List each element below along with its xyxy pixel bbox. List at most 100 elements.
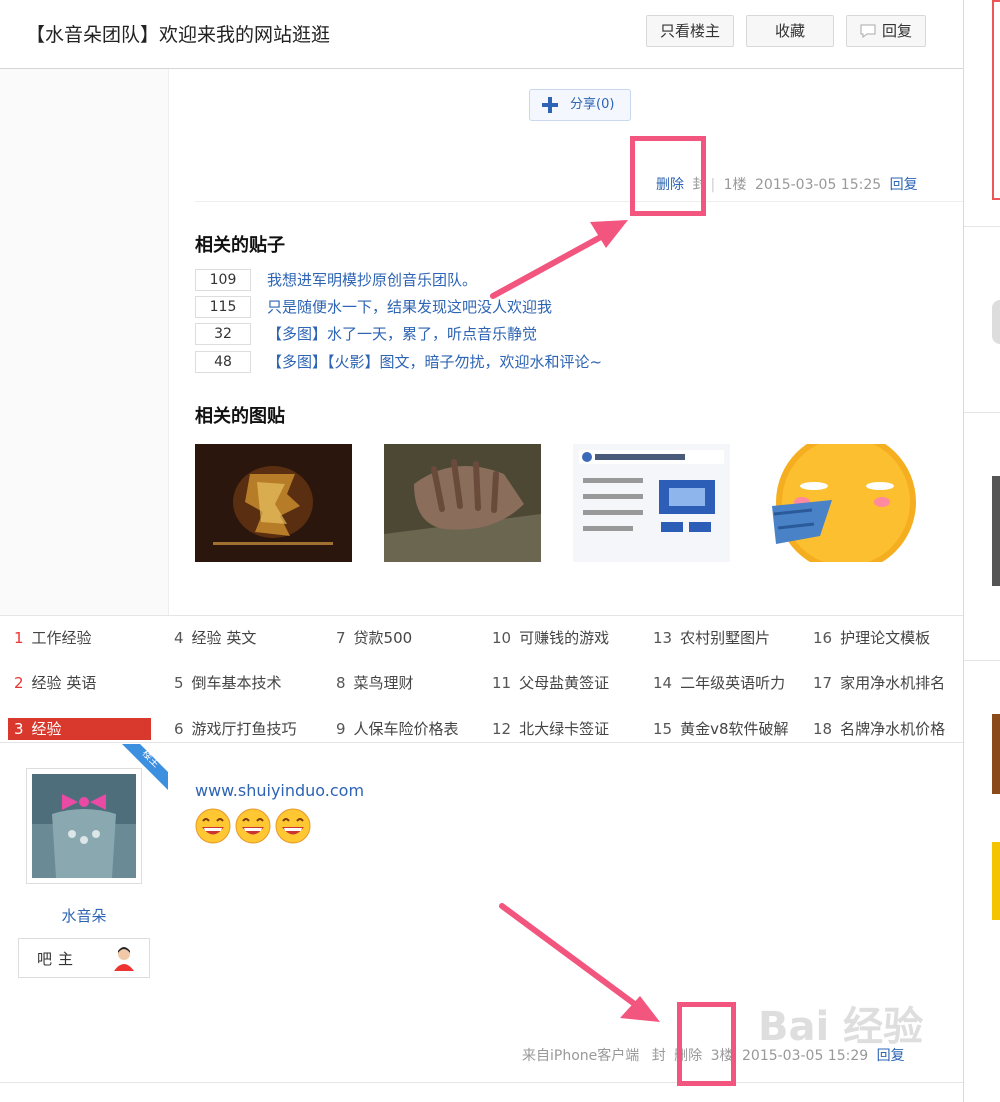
keyword: 二年级英语听力	[680, 674, 786, 692]
sidebar-thumbnail[interactable]	[992, 476, 1000, 586]
sidebar-divider-line	[964, 412, 1000, 413]
hot-search-item[interactable]: 14 二年级英语听力	[653, 673, 785, 693]
smile-emoji-icon	[275, 808, 311, 844]
hand-photo	[384, 444, 541, 562]
hot-search-item[interactable]: 13 农村别墅图片	[653, 628, 770, 648]
op-badge: 楼主	[122, 744, 168, 790]
sidebar-divider-line	[964, 226, 1000, 227]
related-pic-thumbnail[interactable]	[384, 444, 541, 562]
hot-search-item[interactable]: 10 可赚钱的游戏	[492, 628, 609, 648]
hot-search-divider	[0, 742, 963, 743]
keyword: 黄金v8软件破解	[680, 720, 789, 738]
keyword: 名牌净水机价格	[840, 720, 946, 738]
keyword: 人保车险价格表	[353, 720, 459, 738]
annotation-highlight-box	[677, 1002, 736, 1086]
username-link[interactable]: 水音朵	[0, 905, 168, 926]
hot-search-item[interactable]: 2 经验 英语	[14, 673, 96, 693]
emoji-face-image	[762, 444, 919, 562]
hot-search-item[interactable]: 16 护理论文模板	[813, 628, 930, 648]
rank: 18	[813, 720, 833, 738]
hot-search-item[interactable]: 5 倒车基本技术	[174, 673, 282, 693]
post-link[interactable]: www.shuiyinduo.com	[195, 781, 364, 800]
role-badge: 吧主	[18, 938, 150, 978]
keyword: 父母盐黄签证	[519, 674, 610, 692]
annotation-arrow-1	[490, 220, 628, 299]
reply-count: 109	[195, 269, 251, 291]
reply-button[interactable]: 回复	[846, 15, 926, 47]
sidebar-banner	[992, 0, 1000, 200]
user-column-background	[0, 69, 169, 615]
hot-search-item[interactable]: 15 黄金v8软件破解	[653, 719, 789, 739]
rank: 6	[174, 720, 184, 738]
floor-divider	[0, 1082, 963, 1083]
hot-search-item[interactable]: 12 北大绿卡签证	[492, 719, 609, 739]
post-time: 2015-03-05 15:29	[742, 1048, 869, 1064]
floor-divider	[195, 201, 963, 202]
hot-search-item[interactable]: 6 游戏厅打鱼技巧	[174, 719, 297, 739]
rank: 14	[653, 674, 673, 692]
game-logo-image	[195, 444, 352, 562]
keyword: 经验 英文	[191, 629, 257, 647]
client-source[interactable]: 来自iPhone客户端	[522, 1048, 639, 1064]
post-time: 2015-03-05 15:25	[755, 177, 882, 193]
rank: 3	[14, 720, 24, 738]
hot-search-item[interactable]: 3 经验	[14, 719, 62, 739]
keyword: 北大绿卡签证	[519, 720, 610, 738]
keyword: 经验 英语	[31, 674, 97, 692]
role-label: 吧主	[37, 950, 80, 968]
sidebar-thumbnail[interactable]	[992, 842, 1000, 920]
smile-emoji-icon	[195, 808, 231, 844]
ban-link[interactable]: 封	[652, 1048, 666, 1064]
related-pics-title: 相关的图贴	[195, 406, 285, 427]
keyword: 家用净水机排名	[840, 674, 946, 692]
only-op-button[interactable]: 只看楼主	[646, 15, 734, 47]
user-icon	[114, 947, 134, 971]
related-pic-thumbnail[interactable]	[573, 444, 730, 562]
floor-number: 1楼	[723, 177, 747, 193]
floor-reply-link[interactable]: 回复	[877, 1048, 905, 1064]
floor-reply-link[interactable]: 回复	[890, 177, 918, 193]
meta-separator: |	[710, 177, 716, 193]
sidebar-avatar[interactable]	[992, 300, 1000, 344]
related-post-link[interactable]: 【多图】【火影】图文，暗子勿扰，欢迎水和评论~	[267, 351, 602, 373]
related-pic-thumbnail[interactable]	[762, 444, 919, 562]
sidebar-thumbnail[interactable]	[992, 714, 1000, 794]
hot-search-item[interactable]: 18 名牌净水机价格	[813, 719, 945, 739]
avatar-image	[32, 774, 136, 878]
avatar-picture	[32, 774, 136, 878]
smile-emoji-icon	[235, 808, 271, 844]
share-button[interactable]: 分享(0)	[529, 89, 631, 121]
related-post-link[interactable]: 【多图】水了一天，累了，听点音乐静觉	[267, 323, 537, 345]
hot-search-item[interactable]: 7 贷款500	[336, 628, 412, 648]
related-post-link[interactable]: 只是随便水一下，结果发现这吧没人欢迎我	[267, 296, 552, 318]
rank: 16	[813, 629, 833, 647]
baidu-jingyan-watermark: Bai 经验	[758, 1004, 924, 1050]
hot-search-item[interactable]: 1 工作经验	[14, 628, 92, 648]
hot-search-item[interactable]: 8 菜鸟理财	[336, 673, 414, 693]
rank: 12	[492, 720, 512, 738]
thread-header: 【水音朵团队】欢迎来我的网站逛逛 只看楼主 收藏 回复	[0, 0, 963, 69]
keyword: 游戏厅打鱼技巧	[191, 720, 297, 738]
favorite-button[interactable]: 收藏	[746, 15, 834, 47]
hot-search-item[interactable]: 4 经验 英文	[174, 628, 256, 648]
client-source-prefix: 来自iPhone客户端	[522, 1048, 643, 1064]
annotation-highlight-box	[630, 136, 706, 216]
hot-search-item[interactable]: 11 父母盐黄签证	[492, 673, 609, 693]
reply-button-label: 回复	[881, 22, 912, 40]
hot-search-grid: 1 工作经验 2 经验 英语 3 经验 4 经验 英文 5 倒车基本技术 6 游戏厅打鱼技巧…	[0, 616, 963, 742]
rank: 8	[336, 674, 346, 692]
sidebar-divider-line	[964, 660, 1000, 661]
rank: 5	[174, 674, 184, 692]
rank: 13	[653, 629, 673, 647]
keyword: 菜鸟理财	[353, 674, 414, 692]
hot-search-item[interactable]: 9 人保车险价格表	[336, 719, 459, 739]
related-pic-thumbnail[interactable]	[195, 444, 352, 562]
reply-count: 32	[195, 323, 251, 345]
rank: 10	[492, 629, 512, 647]
hot-search-item[interactable]: 17 家用净水机排名	[813, 673, 945, 693]
related-post-link[interactable]: 我想进军明模抄原创音乐团队。	[267, 269, 477, 291]
annotation-arrow-2	[499, 903, 660, 1022]
rank: 15	[653, 720, 673, 738]
rank: 1	[14, 629, 24, 647]
thread-title: 【水音朵团队】欢迎来我的网站逛逛	[26, 24, 331, 46]
